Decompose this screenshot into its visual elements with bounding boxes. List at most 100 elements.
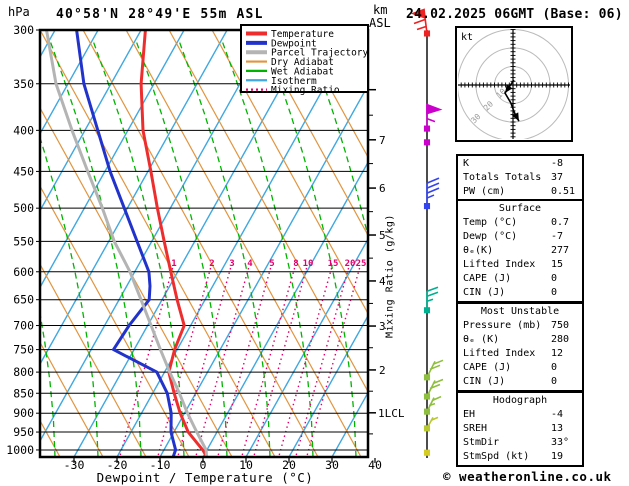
table-row: Pressure (mb) 750 [460, 319, 580, 333]
row-label: K [463, 158, 470, 169]
svg-text:1: 1 [171, 259, 176, 269]
row-label: PW (cm) [463, 186, 506, 197]
table-hodograph: Hodograph EH -4 SREH 13 StmDir 33° StmSpd (kt) 1… [456, 391, 584, 467]
svg-text:650: 650 [13, 293, 34, 307]
row-value: 0 [551, 287, 558, 298]
svg-text:20: 20 [345, 259, 356, 269]
row-label: θₑ(K) [463, 245, 494, 256]
row-label: Lifted Index [463, 348, 536, 359]
hodograph: 102030kt [455, 26, 573, 142]
page-title: 40°58'N 28°49'E 55m ASL [56, 7, 264, 22]
row-value: 37 [551, 172, 564, 183]
svg-text:7: 7 [379, 134, 386, 147]
svg-text:15: 15 [328, 259, 339, 269]
row-label: StmSpd (kt) [463, 451, 530, 462]
row-label: CAPE (J) [463, 362, 512, 373]
row-label: Dewp (°C) [463, 231, 518, 242]
table-row: Lifted Index 12 [460, 347, 580, 361]
row-value: 19 [551, 451, 564, 462]
svg-text:500: 500 [13, 201, 34, 215]
row-value: 277 [551, 245, 570, 256]
table-row: CAPE (J) 0 [460, 361, 580, 375]
parcel-trajectory-curve [45, 31, 208, 456]
table-row: Totals Totals 37 [460, 171, 580, 185]
wind-barb-column [410, 8, 444, 458]
svg-text:6: 6 [379, 182, 386, 195]
datetime-label: 24.02.2025 06GMT (Base: 06) [406, 7, 623, 22]
svg-text:300: 300 [13, 23, 34, 37]
svg-text:900: 900 [13, 406, 34, 420]
wind-barb [423, 103, 443, 132]
svg-text:350: 350 [13, 77, 34, 91]
row-label: EH [463, 409, 476, 420]
table-title: Surface [498, 203, 542, 214]
svg-text:8: 8 [293, 259, 298, 269]
table-row: Dewp (°C) -7 [460, 230, 580, 244]
km-unit-label: km [373, 3, 388, 17]
row-label: Pressure (mb) [463, 320, 542, 331]
table-row: StmSpd (kt) 19 [460, 450, 580, 464]
copyright: © weatheronline.co.uk [443, 469, 612, 484]
row-value: 0 [551, 376, 558, 387]
svg-text:4: 4 [247, 259, 253, 269]
row-value: 280 [551, 334, 570, 345]
svg-text:5: 5 [269, 259, 274, 269]
table-row: Temp (°C) 0.7 [460, 216, 580, 230]
legend: TemperatureDewpointParcel TrajectoryDry … [240, 24, 369, 96]
table-row: SREH 13 [460, 422, 580, 436]
table-most-unstable: Most Unstable Pressure (mb) 750 θₑ (K) 280 Li… [456, 302, 584, 392]
table-row: EH -4 [460, 408, 580, 422]
row-label: CIN (J) [463, 287, 506, 298]
legend-label: Mixing Ratio [271, 85, 340, 96]
row-label: θₑ (K) [463, 334, 500, 345]
svg-text:750: 750 [13, 343, 34, 357]
svg-text:3: 3 [229, 259, 234, 269]
svg-text:600: 600 [13, 265, 34, 279]
table-row: θₑ(K) 277 [460, 244, 580, 258]
row-label: CIN (J) [463, 376, 506, 387]
svg-text:400: 400 [13, 123, 34, 137]
row-value: 0.51 [551, 186, 576, 197]
pressure-axis-labels: 300 350 400 450 500 550 600 650 700 750 800 850 900 9… [6, 23, 34, 457]
svg-text:950: 950 [13, 425, 34, 439]
row-value: 15 [551, 259, 564, 270]
mixing-ratio-lines [119, 267, 361, 456]
row-value: -4 [551, 409, 564, 420]
lcl-marker: 1LCL [378, 407, 405, 420]
row-value: -8 [551, 158, 564, 169]
table-row: PW (cm) 0.51 [460, 185, 580, 199]
table-row: CAPE (J) 0 [460, 272, 580, 286]
table-row: θₑ (K) 280 [460, 333, 580, 347]
asl-unit-label: ASL [369, 16, 391, 30]
row-value: 13 [551, 423, 564, 434]
svg-text:1000: 1000 [6, 443, 34, 457]
mixing-ratio-axis-label: Mixing Ratio (g/kg) [384, 214, 396, 338]
row-value: 0 [551, 362, 558, 373]
table-row: Lifted Index 15 [460, 258, 580, 272]
sounding-page: 300 350 400 450 500 550 600 650 700 750 800 850 900 9… [0, 0, 629, 486]
pressure-unit-label: hPa [8, 5, 30, 19]
svg-text:800: 800 [13, 365, 34, 379]
svg-text:10: 10 [303, 259, 314, 269]
wind-barb [423, 177, 440, 210]
sounding-curves [45, 31, 208, 456]
svg-text:25: 25 [356, 259, 367, 269]
svg-text:40: 40 [368, 458, 382, 472]
row-label: Totals Totals [463, 172, 542, 183]
row-label: StmDir [463, 437, 500, 448]
table-surface: Surface Temp (°C) 0.7 Dewp (°C) -7 θₑ(K) 277 Li… [456, 199, 584, 303]
table-row: CIN (J) 0 [460, 375, 580, 389]
table-title: Most Unstable [480, 306, 560, 317]
row-value: -7 [551, 231, 564, 242]
row-value: 750 [551, 320, 570, 331]
row-label: CAPE (J) [463, 273, 512, 284]
table-indices: K -8 Totals Totals 37 PW (cm) 0.51 [456, 154, 584, 202]
wind-barb [423, 139, 431, 146]
svg-text:700: 700 [13, 319, 34, 333]
svg-text:2: 2 [379, 364, 386, 377]
table-title: Hodograph [492, 395, 548, 406]
row-value: 0.7 [551, 217, 570, 228]
hodograph-unit-label: kt [461, 32, 473, 43]
svg-text:2: 2 [209, 259, 214, 269]
table-row: K -8 [460, 157, 580, 171]
